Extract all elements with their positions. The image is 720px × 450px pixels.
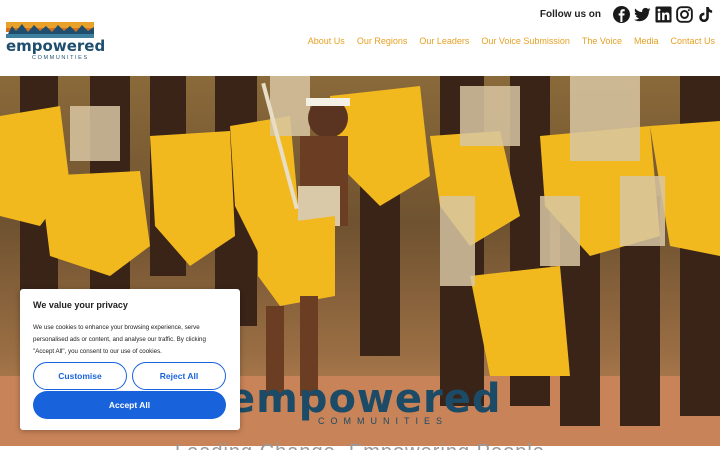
cookie-button-row: Customise Reject All bbox=[33, 362, 226, 390]
reject-all-button[interactable]: Reject All bbox=[132, 362, 226, 390]
logo-landscape-icon bbox=[6, 22, 94, 38]
hero-brand-sub: COMMUNITIES bbox=[318, 416, 448, 426]
nav-our-voice-submission[interactable]: Our Voice Submission bbox=[481, 36, 570, 46]
nav-about-us[interactable]: About Us bbox=[308, 36, 345, 46]
hero-brand-overlay: empowered COMMUNITIES bbox=[228, 376, 502, 426]
social-bar: Follow us on bbox=[540, 5, 714, 23]
nav-contact-us[interactable]: Contact Us bbox=[670, 36, 715, 46]
customise-button[interactable]: Customise bbox=[33, 362, 127, 390]
site-header: empowered COMMUNITIES Follow us on About… bbox=[0, 0, 720, 76]
tiktok-icon[interactable] bbox=[697, 6, 714, 23]
facebook-icon[interactable] bbox=[613, 5, 630, 23]
nav-media[interactable]: Media bbox=[634, 36, 659, 46]
logo-subtitle: COMMUNITIES bbox=[32, 55, 89, 61]
accept-all-button[interactable]: Accept All bbox=[33, 391, 226, 419]
site-logo[interactable]: empowered COMMUNITIES bbox=[6, 22, 105, 64]
nav-the-voice[interactable]: The Voice bbox=[582, 36, 622, 46]
follow-label: Follow us on bbox=[539, 8, 601, 20]
instagram-icon[interactable] bbox=[676, 5, 693, 23]
logo-wordmark: empowered bbox=[6, 37, 106, 55]
cookie-description: We use cookies to enhance your browsing … bbox=[33, 324, 206, 355]
hero-subline: Leading Change, Empowering People bbox=[175, 441, 545, 450]
page: empowered COMMUNITIES Follow us on About… bbox=[0, 0, 720, 450]
nav-our-leaders[interactable]: Our Leaders bbox=[419, 36, 469, 46]
twitter-icon[interactable] bbox=[634, 6, 651, 23]
cookie-consent-banner: We value your privacy We use cookies to … bbox=[20, 289, 240, 430]
cookie-title: We value your privacy bbox=[33, 300, 128, 310]
nav-our-regions[interactable]: Our Regions bbox=[357, 36, 408, 46]
main-nav: About Us Our Regions Our Leaders Our Voi… bbox=[308, 36, 715, 46]
linkedin-icon[interactable] bbox=[655, 5, 672, 23]
